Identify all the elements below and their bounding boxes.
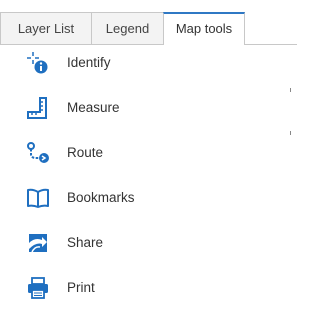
tool-route[interactable]: Route [0,135,290,180]
tool-print-label: Print [67,280,95,295]
map-edge-tick [290,131,291,135]
measure-icon [26,96,50,120]
map-edge-tick [290,88,291,92]
tool-print[interactable]: Print [0,270,290,315]
tool-identify-label: Identify [67,55,111,70]
tool-share[interactable]: Share [0,225,290,270]
tool-bookmarks[interactable]: Bookmarks [0,180,290,225]
bookmarks-icon [26,186,50,210]
identify-icon [26,51,50,75]
print-icon [26,276,50,300]
tab-bar: Layer List Legend Map tools [0,12,297,45]
tool-measure[interactable]: Measure [0,90,290,135]
tab-layer-list[interactable]: Layer List [0,12,92,45]
tab-map-tools[interactable]: Map tools [163,12,245,45]
tool-route-label: Route [67,145,104,160]
tool-bookmarks-label: Bookmarks [67,190,135,205]
tool-measure-label: Measure [67,100,120,115]
map-tools-panel: Layer List Legend Map tools Identify Mea… [0,0,297,318]
route-icon [26,141,50,165]
tab-legend[interactable]: Legend [91,12,164,45]
tool-identify[interactable]: Identify [0,45,290,90]
tool-list: Identify Measure Route Bookmarks Share P… [0,45,290,315]
share-icon [26,231,50,255]
tool-share-label: Share [67,235,104,250]
